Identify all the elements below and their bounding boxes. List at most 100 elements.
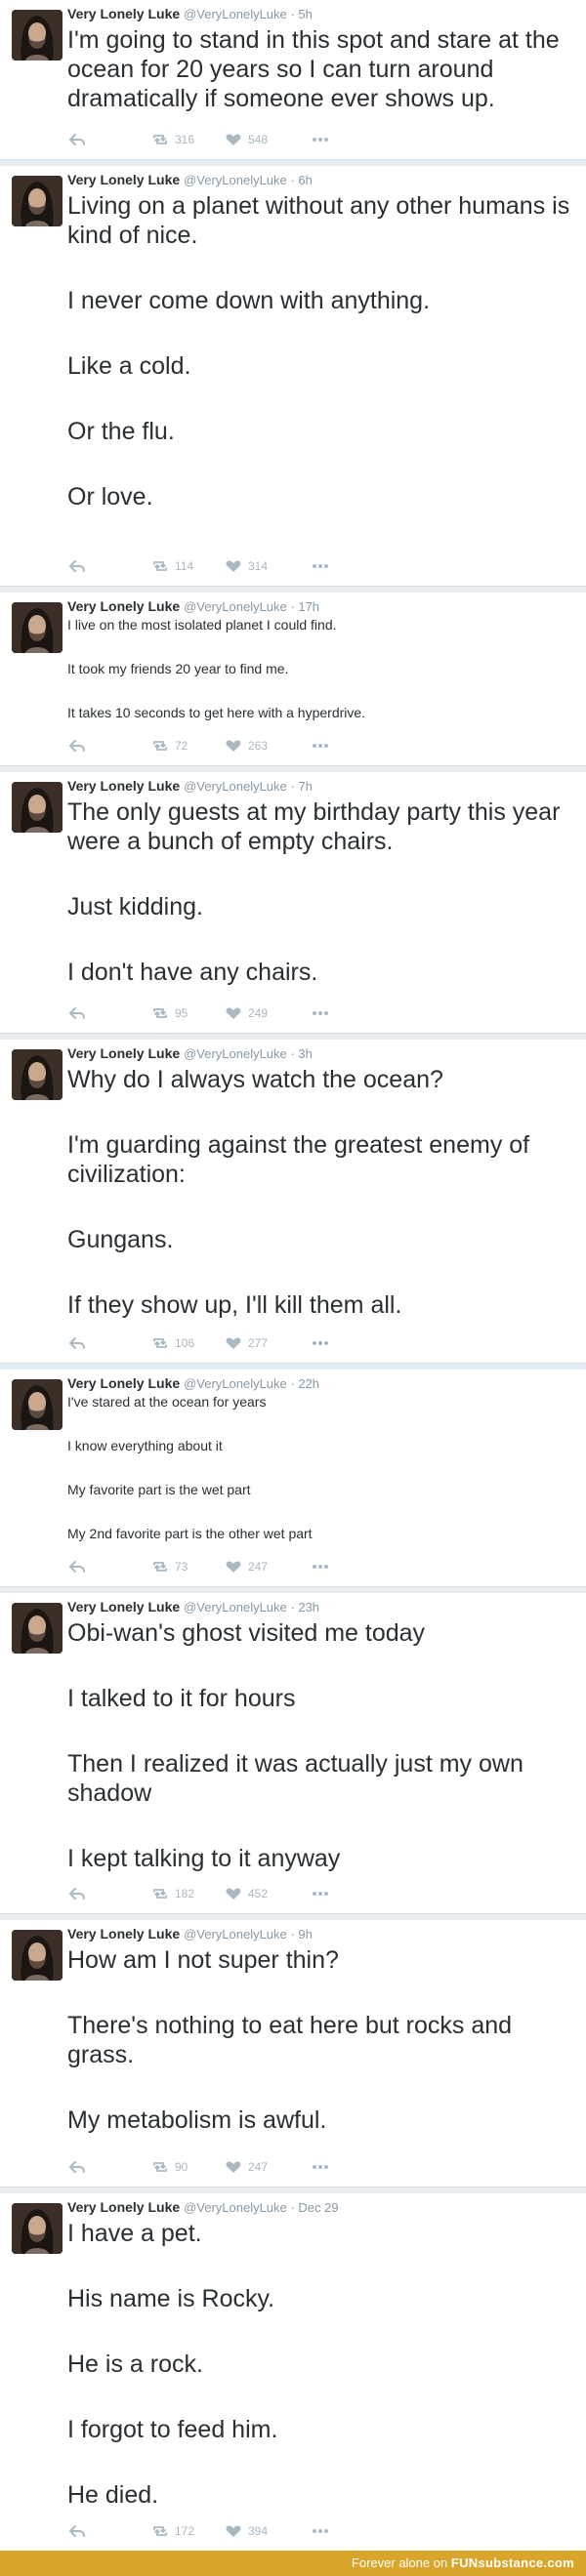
author-handle[interactable]: @VeryLonelyLuke bbox=[184, 1046, 287, 1061]
like-button[interactable]: 548 bbox=[225, 133, 268, 146]
author-handle[interactable]: @VeryLonelyLuke bbox=[184, 1376, 287, 1391]
tweet-timestamp[interactable]: 17h bbox=[298, 599, 319, 614]
retweet-button[interactable]: 316 bbox=[151, 133, 194, 146]
reply-button[interactable] bbox=[68, 2524, 86, 2538]
like-button[interactable]: 247 bbox=[225, 1560, 268, 1574]
author-handle[interactable]: @VeryLonelyLuke bbox=[184, 599, 287, 614]
like-button[interactable]: 394 bbox=[225, 2524, 268, 2538]
retweet-icon bbox=[151, 2160, 169, 2174]
tweet-text-paragraph: Obi-wan's ghost visited me today bbox=[67, 1619, 426, 1647]
reply-button[interactable] bbox=[68, 1336, 86, 1350]
tweet-separator bbox=[0, 1913, 586, 1920]
avatar[interactable] bbox=[12, 1049, 63, 1100]
reply-button[interactable] bbox=[68, 2160, 86, 2174]
reply-button[interactable] bbox=[68, 133, 86, 146]
author-name[interactable]: Very Lonely Luke bbox=[67, 1045, 180, 1061]
author-handle[interactable]: @VeryLonelyLuke bbox=[184, 7, 287, 21]
tweet-timestamp[interactable]: Dec 29 bbox=[298, 2200, 338, 2215]
author-name[interactable]: Very Lonely Luke bbox=[67, 2199, 180, 2215]
reply-icon bbox=[68, 559, 86, 573]
more-icon bbox=[311, 1006, 330, 1020]
like-button[interactable]: 277 bbox=[225, 1336, 268, 1350]
reply-button[interactable] bbox=[68, 1560, 86, 1574]
author-name[interactable]: Very Lonely Luke bbox=[67, 6, 180, 21]
footer-brand-logo[interactable]: FUNsubstance.com bbox=[451, 2556, 574, 2570]
tweet-timestamp[interactable]: 3h bbox=[298, 1046, 312, 1061]
tweet-separator bbox=[0, 159, 586, 166]
tweet-text: Why do I always watch the ocean? I'm guar… bbox=[67, 1065, 574, 1320]
more-button[interactable] bbox=[311, 2160, 330, 2174]
tweet-timestamp[interactable]: 22h bbox=[298, 1376, 319, 1391]
tweet-timestamp[interactable]: 9h bbox=[298, 1927, 312, 1942]
reply-icon bbox=[68, 739, 86, 753]
like-button[interactable]: 314 bbox=[225, 559, 268, 573]
author-name[interactable]: Very Lonely Luke bbox=[67, 1375, 180, 1391]
reply-button[interactable] bbox=[68, 559, 86, 573]
retweet-button[interactable]: 95 bbox=[151, 1006, 188, 1020]
more-button[interactable] bbox=[311, 1336, 330, 1350]
like-count: 247 bbox=[248, 2160, 269, 2174]
author-name[interactable]: Very Lonely Luke bbox=[67, 1599, 180, 1615]
heart-icon bbox=[225, 1887, 242, 1901]
heart-icon bbox=[225, 739, 242, 753]
retweet-button[interactable]: 114 bbox=[151, 559, 193, 573]
reply-button[interactable] bbox=[68, 1887, 86, 1901]
more-button[interactable] bbox=[311, 1887, 330, 1901]
tweet-timestamp[interactable]: 6h bbox=[298, 173, 312, 187]
author-name[interactable]: Very Lonely Luke bbox=[67, 598, 180, 614]
like-button[interactable]: 263 bbox=[225, 739, 268, 753]
meta-separator: · bbox=[286, 1046, 299, 1061]
retweet-button[interactable]: 72 bbox=[151, 739, 188, 753]
author-handle[interactable]: @VeryLonelyLuke bbox=[184, 1600, 287, 1615]
more-button[interactable] bbox=[311, 133, 330, 146]
retweet-button[interactable]: 90 bbox=[151, 2160, 188, 2174]
author-handle[interactable]: @VeryLonelyLuke bbox=[184, 1927, 287, 1942]
author-name[interactable]: Very Lonely Luke bbox=[67, 778, 180, 794]
reply-button[interactable] bbox=[68, 739, 86, 753]
author-name[interactable]: Very Lonely Luke bbox=[67, 1926, 180, 1942]
retweet-count: 95 bbox=[175, 1006, 188, 1020]
avatar[interactable] bbox=[12, 782, 63, 833]
retweet-count: 106 bbox=[175, 1336, 195, 1350]
more-button[interactable] bbox=[311, 1006, 330, 1020]
author-name[interactable]: Very Lonely Luke bbox=[67, 172, 180, 187]
author-handle[interactable]: @VeryLonelyLuke bbox=[184, 2200, 287, 2215]
more-button[interactable] bbox=[311, 739, 330, 753]
avatar[interactable] bbox=[12, 602, 63, 653]
tweet-timestamp[interactable]: 23h bbox=[298, 1600, 319, 1615]
tweet-text-paragraph: Just kidding. bbox=[67, 893, 203, 920]
retweet-button[interactable]: 73 bbox=[151, 1560, 188, 1574]
tweet-meta: @VeryLonelyLuke · 6h bbox=[184, 173, 313, 187]
like-button[interactable]: 249 bbox=[225, 1006, 268, 1020]
tweet-text-paragraph: It took my friends 20 year to find me. bbox=[67, 661, 289, 676]
avatar[interactable] bbox=[12, 10, 63, 61]
more-button[interactable] bbox=[311, 1560, 330, 1574]
avatar[interactable] bbox=[12, 176, 63, 226]
more-button[interactable] bbox=[311, 559, 330, 573]
avatar[interactable] bbox=[12, 2203, 63, 2254]
tweet-text-paragraph: Or the flu. bbox=[67, 418, 175, 445]
author-handle[interactable]: @VeryLonelyLuke bbox=[184, 779, 287, 794]
retweet-button[interactable]: 106 bbox=[151, 1336, 194, 1350]
more-icon bbox=[311, 1336, 330, 1350]
like-count: 277 bbox=[248, 1336, 269, 1350]
tweet-timestamp[interactable]: 7h bbox=[298, 779, 312, 794]
tweet-header: Very Lonely Luke @VeryLonelyLuke · 3h bbox=[67, 1045, 313, 1061]
retweet-button[interactable]: 172 bbox=[151, 2524, 194, 2538]
author-handle[interactable]: @VeryLonelyLuke bbox=[184, 173, 287, 187]
tweet-text-paragraph: I've stared at the ocean for years bbox=[67, 1394, 267, 1410]
tweet-text-paragraph: I kept talking to it anyway bbox=[67, 1845, 341, 1872]
retweet-count: 90 bbox=[175, 2160, 188, 2174]
like-button[interactable]: 452 bbox=[225, 1887, 268, 1901]
avatar[interactable] bbox=[12, 1930, 63, 1981]
avatar[interactable] bbox=[12, 1379, 63, 1430]
retweet-button[interactable]: 182 bbox=[151, 1887, 194, 1901]
like-button[interactable]: 247 bbox=[225, 2160, 268, 2174]
reply-button[interactable] bbox=[68, 1006, 86, 1020]
tweet-timestamp[interactable]: 5h bbox=[298, 7, 312, 21]
more-button[interactable] bbox=[311, 2524, 330, 2538]
tweet-text-paragraph: I have a pet. bbox=[67, 2220, 202, 2247]
avatar[interactable] bbox=[12, 1603, 63, 1654]
retweet-count: 73 bbox=[175, 1560, 188, 1574]
retweet-count: 172 bbox=[175, 2524, 195, 2538]
